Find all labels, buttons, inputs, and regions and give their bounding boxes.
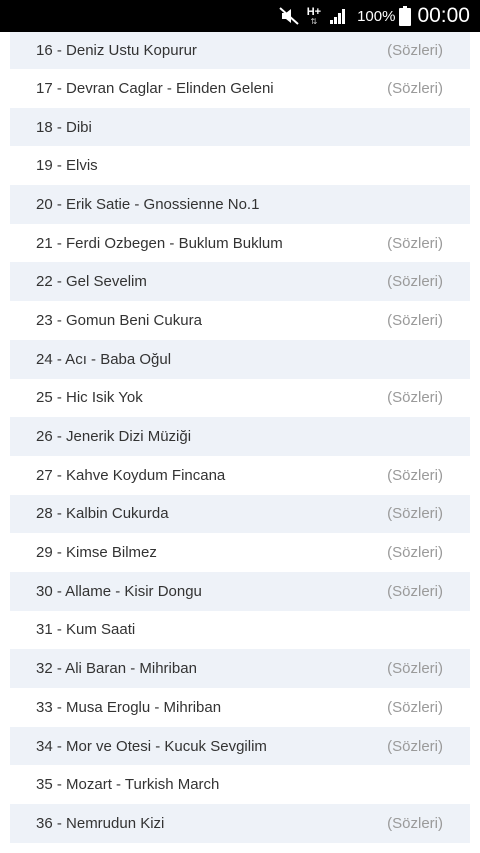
battery-percent: 100% — [357, 7, 396, 25]
song-row[interactable]: 21 - Ferdi Ozbegen - Buklum Buklum (Sözle… — [10, 224, 470, 263]
song-row[interactable]: 22 - Gel Sevelim (Sözleri) — [10, 262, 470, 302]
song-row[interactable]: 27 - Kahve Koydum Fincana (Sözleri) — [10, 456, 470, 495]
song-title[interactable]: 22 - Gel Sevelim — [36, 273, 147, 290]
song-title[interactable]: 17 - Devran Caglar - Elinden Geleni — [36, 80, 274, 97]
song-row[interactable]: 32 - Ali Baran - Mihriban (Sözleri) — [10, 649, 470, 688]
song-row[interactable]: 36 - Nemrudun Kizi (Sözleri) — [10, 804, 470, 843]
song-row[interactable]: 34 - Mor ve Otesi - Kucuk Sevgilim (Sözle… — [10, 726, 470, 766]
song-title[interactable]: 18 - Dibi — [36, 119, 92, 136]
lyrics-link[interactable]: (Sözleri) — [387, 80, 443, 97]
song-row[interactable]: 29 - Kimse Bilmez (Sözleri) — [10, 533, 470, 572]
song-title[interactable]: 27 - Kahve Koydum Fincana — [36, 467, 225, 484]
lyrics-link[interactable]: (Sözleri) — [387, 544, 443, 561]
lyrics-link[interactable]: (Sözleri) — [387, 467, 443, 484]
lyrics-link[interactable]: (Sözleri) — [387, 815, 443, 832]
song-title[interactable]: 25 - Hic Isik Yok — [36, 389, 143, 406]
status-bar: H+ ⇅ 100% 00:00 — [0, 0, 480, 32]
song-row[interactable]: 25 - Hic Isik Yok (Sözleri) — [10, 379, 470, 418]
lyrics-link[interactable]: (Sözleri) — [387, 505, 443, 522]
song-title[interactable]: 16 - Deniz Ustu Kopurur — [36, 42, 197, 59]
song-row[interactable]: 33 - Musa Eroglu - Mihriban (Sözleri) — [10, 688, 470, 727]
song-title[interactable]: 20 - Erik Satie - Gnossienne No.1 — [36, 196, 259, 213]
song-list: 16 - Deniz Ustu Kopurur (Sözleri) 17 - Dev… — [0, 32, 480, 843]
song-title[interactable]: 24 - Acı - Baba Oğul — [36, 351, 171, 368]
song-row[interactable]: 31 - Kum Saati — [10, 611, 470, 650]
song-title[interactable]: 32 - Ali Baran - Mihriban — [36, 660, 197, 677]
lyrics-link[interactable]: (Sözleri) — [387, 273, 443, 290]
song-row[interactable]: 30 - Allame - Kisir Dongu (Sözleri) — [10, 571, 470, 611]
song-row[interactable]: 18 - Dibi — [10, 107, 470, 147]
song-title[interactable]: 30 - Allame - Kisir Dongu — [36, 583, 202, 600]
network-type-label: H+ — [306, 5, 322, 18]
song-title[interactable]: 21 - Ferdi Ozbegen - Buklum Buklum — [36, 235, 283, 252]
lyrics-link[interactable]: (Sözleri) — [387, 42, 443, 59]
lyrics-link[interactable]: (Sözleri) — [387, 389, 443, 406]
song-row[interactable]: 16 - Deniz Ustu Kopurur (Sözleri) — [10, 32, 470, 69]
lyrics-link[interactable]: (Sözleri) — [387, 738, 443, 755]
song-row[interactable]: 24 - Acı - Baba Oğul — [10, 339, 470, 379]
song-title[interactable]: 29 - Kimse Bilmez — [36, 544, 157, 561]
song-title[interactable]: 36 - Nemrudun Kizi — [36, 815, 164, 832]
song-row[interactable]: 20 - Erik Satie - Gnossienne No.1 — [10, 185, 470, 224]
song-row[interactable]: 26 - Jenerik Dizi Müziği — [10, 417, 470, 456]
clock: 00:00 — [417, 4, 470, 27]
song-row[interactable]: 19 - Elvis — [10, 146, 470, 185]
network-arrows: ⇅ — [310, 16, 318, 26]
lyrics-link[interactable]: (Sözleri) — [387, 583, 443, 600]
song-title[interactable]: 28 - Kalbin Cukurda — [36, 505, 169, 522]
song-title[interactable]: 34 - Mor ve Otesi - Kucuk Sevgilim — [36, 738, 267, 755]
mute-icon — [279, 7, 299, 25]
song-row[interactable]: 17 - Devran Caglar - Elinden Geleni (Sözl… — [10, 69, 470, 108]
song-title[interactable]: 26 - Jenerik Dizi Müziği — [36, 428, 191, 445]
song-row[interactable]: 23 - Gomun Beni Cukura (Sözleri) — [10, 301, 470, 340]
song-row[interactable]: 35 - Mozart - Turkish March — [10, 765, 470, 804]
lyrics-link[interactable]: (Sözleri) — [387, 699, 443, 716]
song-title[interactable]: 35 - Mozart - Turkish March — [36, 776, 219, 793]
signal-icon — [329, 7, 347, 25]
song-title[interactable]: 31 - Kum Saati — [36, 621, 135, 638]
song-title[interactable]: 23 - Gomun Beni Cukura — [36, 312, 202, 329]
song-title[interactable]: 33 - Musa Eroglu - Mihriban — [36, 699, 221, 716]
network-type-indicator: H+ ⇅ — [306, 5, 322, 26]
song-row[interactable]: 28 - Kalbin Cukurda (Sözleri) — [10, 494, 470, 534]
battery-icon — [399, 6, 412, 26]
lyrics-link[interactable]: (Sözleri) — [387, 660, 443, 677]
lyrics-link[interactable]: (Sözleri) — [387, 312, 443, 329]
lyrics-link[interactable]: (Sözleri) — [387, 235, 443, 252]
song-title[interactable]: 19 - Elvis — [36, 157, 98, 174]
